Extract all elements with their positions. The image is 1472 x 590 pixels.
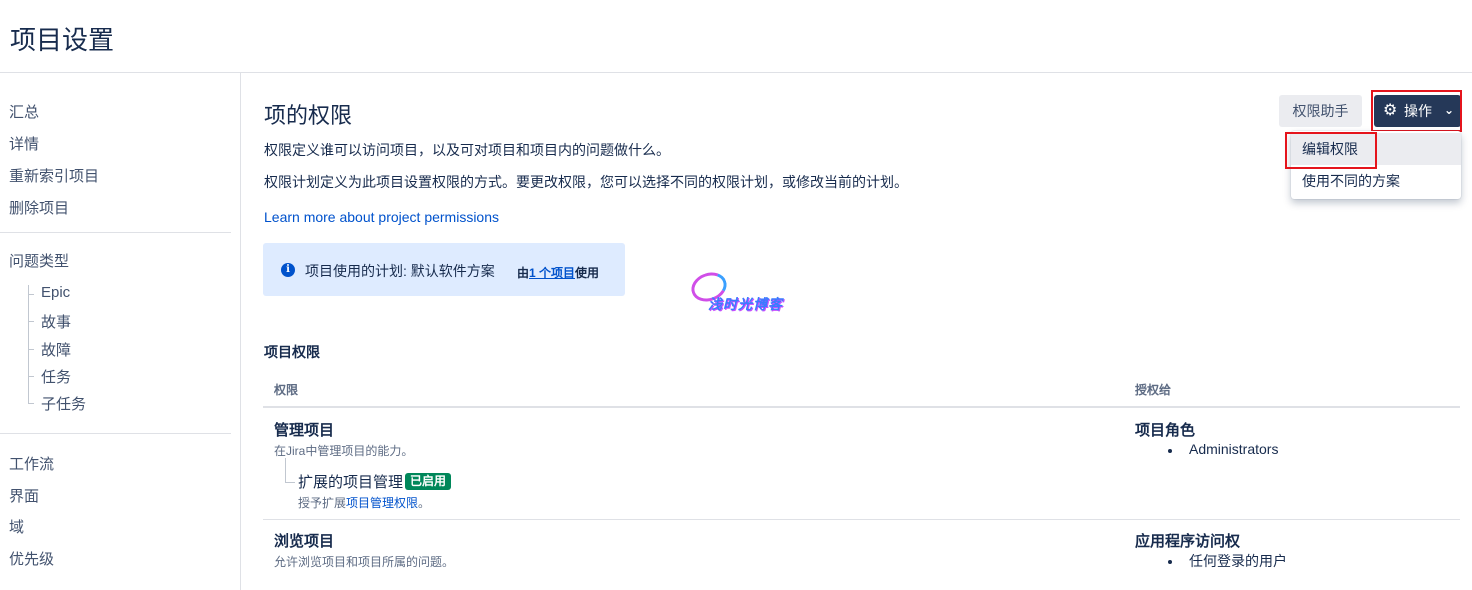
sidebar-issue-type-task[interactable]: 任务 [41, 366, 71, 387]
menu-item-use-different-scheme[interactable]: 使用不同的方案 [1291, 165, 1461, 197]
main-content: 项的权限 权限定义谁可以访问项目，以及可对项目和项目内的问题做什么。 权限计划定… [241, 73, 1472, 590]
sidebar-item-delete[interactable]: 删除项目 [9, 197, 69, 218]
sidebar-issue-type-subtask[interactable]: 子任务 [41, 393, 86, 414]
sidebar-item-screens[interactable]: 界面 [9, 485, 39, 506]
scheme-info-box: i 项目使用的计划: 默认软件方案 由1 个项目使用 [263, 243, 625, 296]
page-header: 项目设置 [0, 0, 1472, 73]
bullet [1168, 560, 1172, 564]
tree-tick [28, 321, 34, 322]
column-header-granted-to: 授权给 [1135, 383, 1172, 397]
permission-helper-button[interactable]: 权限助手 [1279, 95, 1362, 127]
highlight-box [1371, 90, 1462, 132]
sidebar: 汇总 详情 重新索引项目 删除项目 问题类型 Epic 故事 故障 任务 子任务… [0, 73, 241, 590]
description-2: 权限计划定义为此项目设置权限的方式。要更改权限，您可以选择不同的权限计划，或修改… [264, 174, 908, 190]
tree-branch [285, 458, 295, 483]
sidebar-issue-type-epic[interactable]: Epic [41, 284, 70, 301]
sidebar-item-workflows[interactable]: 工作流 [9, 453, 54, 474]
projects-using-link[interactable]: 1 个项目 [529, 266, 575, 280]
sidebar-issue-type-bug[interactable]: 故障 [41, 339, 71, 360]
permission-description: 允许浏览项目和项目所属的问题。 [274, 555, 455, 569]
table-row-divider [263, 519, 1460, 520]
usage-prefix: 由 [517, 266, 530, 280]
page-title: 项目设置 [10, 25, 115, 55]
extended-permission-name: 扩展的项目管理 [298, 474, 404, 491]
learn-more-link[interactable]: Learn more about project permissions [264, 209, 499, 225]
grant-item: 任何登录的用户 [1189, 553, 1287, 569]
usage-suffix: 使用 [575, 266, 600, 280]
ext-desc-prefix: 授予扩展 [298, 496, 347, 510]
project-admin-permission-link[interactable]: 项目管理权限 [346, 496, 418, 510]
column-header-permission: 权限 [274, 383, 299, 397]
status-badge: 已启用 [405, 473, 452, 490]
section-title: 项的权限 [264, 103, 353, 128]
sidebar-divider [0, 433, 231, 434]
sidebar-item-priorities[interactable]: 优先级 [9, 548, 54, 569]
permission-name: 管理项目 [274, 422, 335, 439]
sidebar-item-summary[interactable]: 汇总 [9, 101, 39, 122]
ext-desc-suffix: 。 [418, 496, 431, 510]
permission-name: 浏览项目 [274, 533, 335, 550]
bullet [1168, 449, 1172, 453]
tree-line [28, 285, 29, 404]
table-header-divider [263, 406, 1460, 408]
grant-item: Administrators [1189, 441, 1279, 457]
info-icon: i [281, 263, 295, 277]
extended-permission-description: 授予扩展项目管理权限。 [298, 494, 430, 511]
tree-tick [28, 403, 34, 404]
permission-description: 在Jira中管理项目的能力。 [274, 444, 414, 458]
tree-tick [28, 294, 34, 295]
watermark-logo: 浅时光博客 [687, 267, 783, 318]
scheme-usage: 由1 个项目使用 [517, 264, 599, 281]
highlight-box [1285, 132, 1377, 169]
grant-type: 项目角色 [1135, 422, 1196, 439]
sidebar-issue-type-story[interactable]: 故事 [41, 311, 71, 332]
sidebar-item-issue-types[interactable]: 问题类型 [9, 250, 69, 271]
tree-tick [28, 349, 34, 350]
scheme-info-text: 项目使用的计划: 默认软件方案 [305, 263, 495, 279]
watermark-text: 浅时光博客 [708, 296, 783, 312]
sidebar-item-fields[interactable]: 域 [9, 516, 24, 537]
grant-type: 应用程序访问权 [1135, 533, 1241, 550]
sidebar-divider [0, 232, 231, 233]
sidebar-item-reindex[interactable]: 重新索引项目 [9, 165, 99, 186]
sidebar-item-details[interactable]: 详情 [9, 133, 39, 154]
tree-tick [28, 376, 34, 377]
description-1: 权限定义谁可以访问项目，以及可对项目和项目内的问题做什么。 [264, 142, 670, 158]
permissions-heading: 项目权限 [264, 344, 320, 360]
